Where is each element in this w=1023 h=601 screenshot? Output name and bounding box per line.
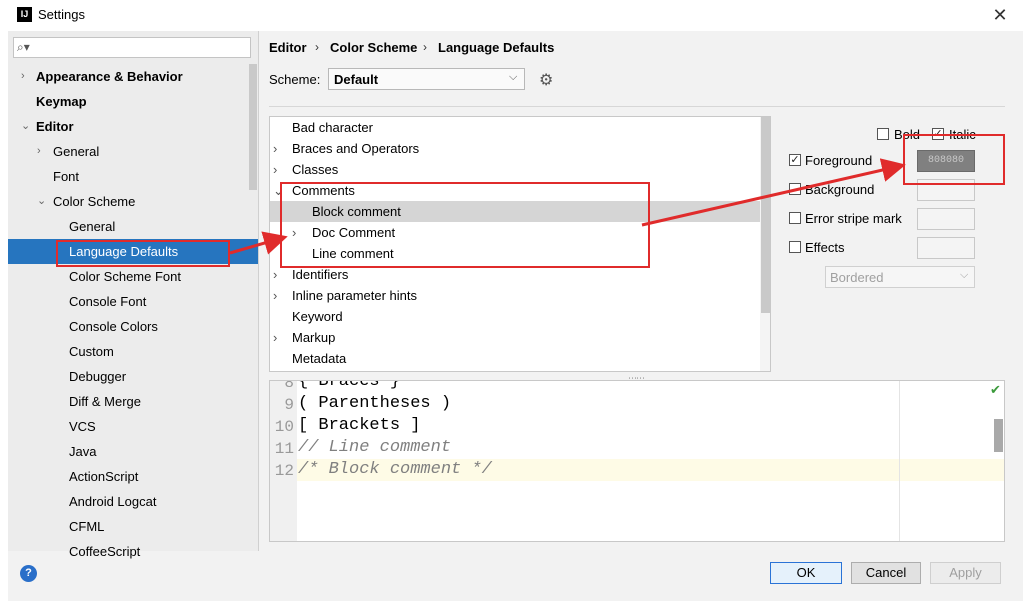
- annotation-arrow-to-foreground: [641, 158, 906, 227]
- annotation-arrow-to-comments: [229, 231, 288, 255]
- annotation-arrows: [229, 158, 906, 255]
